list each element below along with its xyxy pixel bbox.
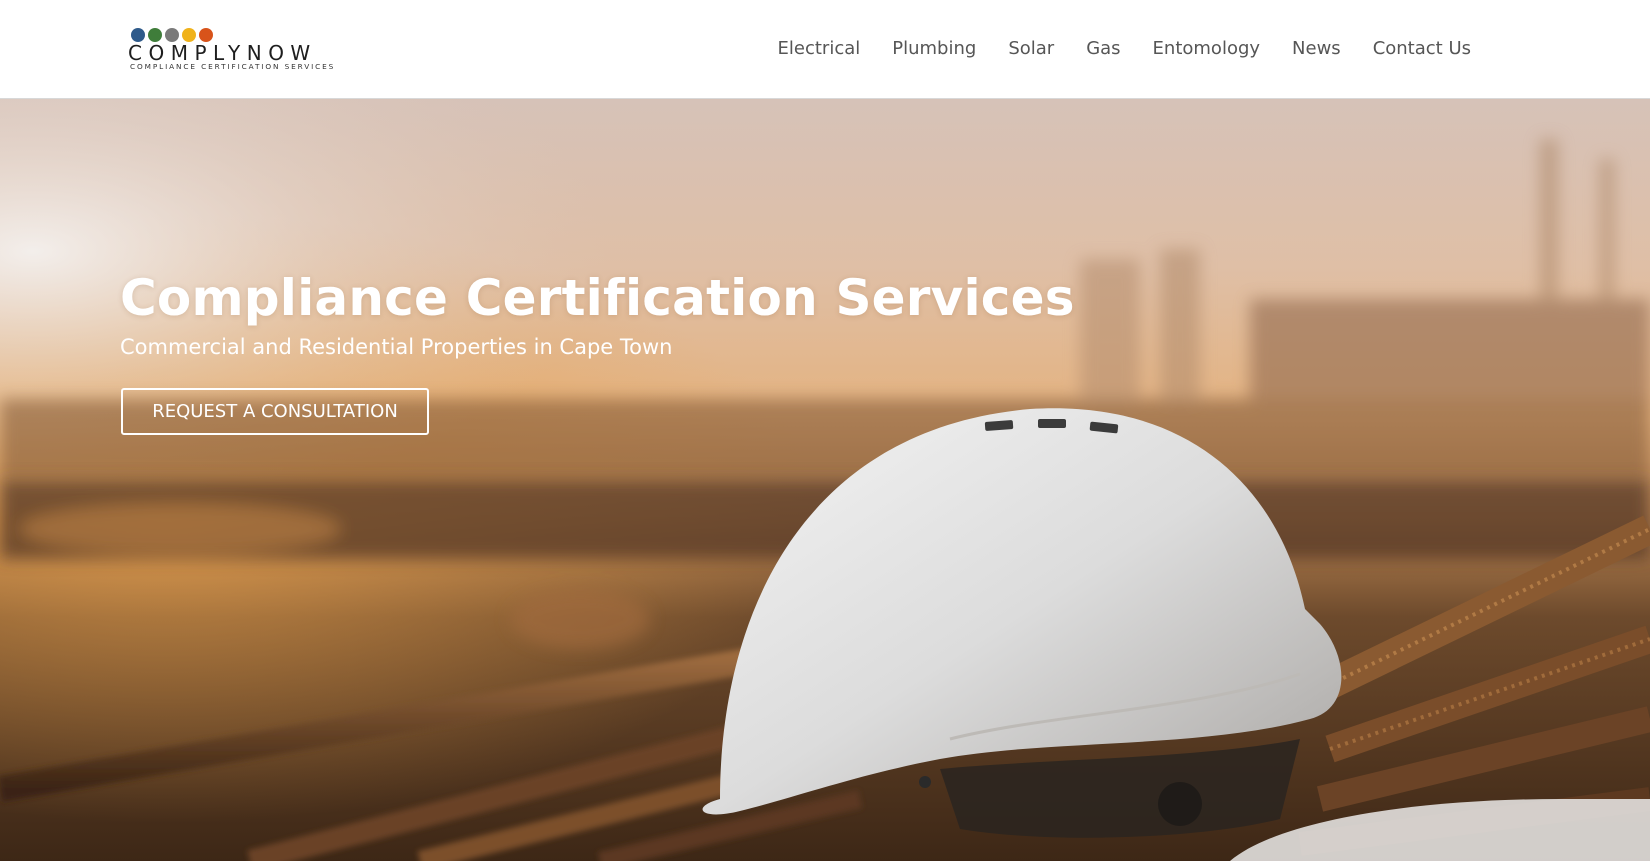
nav-link-electrical[interactable]: Electrical xyxy=(778,37,861,61)
nav-link-plumbing[interactable]: Plumbing xyxy=(892,37,976,61)
sun-icon xyxy=(182,28,196,42)
site-header: COMPLYNOW COMPLIANCE CERTIFICATION SERVI… xyxy=(0,0,1650,99)
hero-title: Compliance Certification Services xyxy=(120,269,1075,327)
main-nav: Electrical Plumbing Solar Gas Entomology… xyxy=(778,37,1471,61)
hero-background-image xyxy=(0,99,1650,861)
faucet-icon xyxy=(165,28,179,42)
request-consultation-button[interactable]: REQUEST A CONSULTATION xyxy=(121,388,429,435)
nav-link-solar[interactable]: Solar xyxy=(1008,37,1054,61)
nav-link-news[interactable]: News xyxy=(1292,37,1341,61)
nav-link-contact-us[interactable]: Contact Us xyxy=(1373,37,1471,61)
nav-link-gas[interactable]: Gas xyxy=(1086,37,1120,61)
hero-section: Compliance Certification Services Commer… xyxy=(0,99,1650,861)
leaf-icon xyxy=(148,28,162,42)
flame-icon xyxy=(199,28,213,42)
nav-link-entomology[interactable]: Entomology xyxy=(1153,37,1261,61)
logo-tagline: COMPLIANCE CERTIFICATION SERVICES xyxy=(130,62,336,71)
hero-subtitle: Commercial and Residential Properties in… xyxy=(120,335,673,359)
hero-content: Compliance Certification Services Commer… xyxy=(120,267,1075,435)
site-logo[interactable]: COMPLYNOW COMPLIANCE CERTIFICATION SERVI… xyxy=(128,26,338,71)
lightning-icon xyxy=(131,28,145,42)
logo-icons xyxy=(131,28,213,42)
